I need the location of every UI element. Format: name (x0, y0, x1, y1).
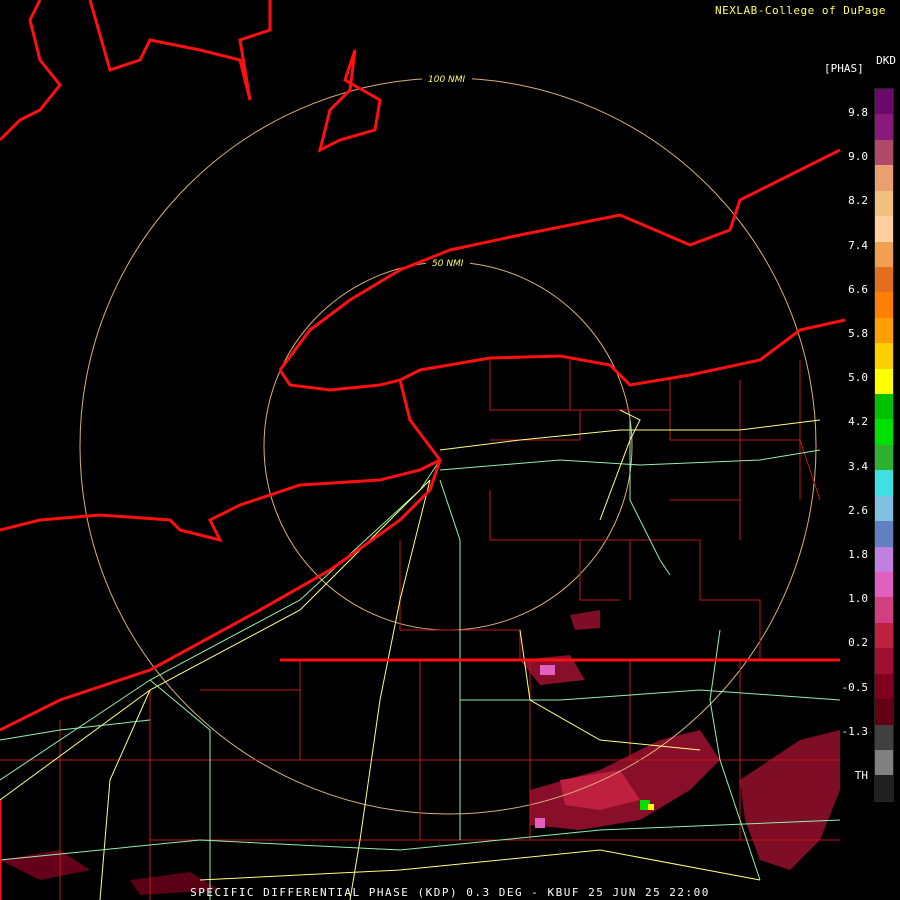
scale-swatch (875, 419, 893, 445)
ring-label-50: 50 NMI (432, 259, 464, 269)
scale-label: 7.4 (848, 238, 868, 252)
scale-swatch (875, 648, 893, 674)
scale-swatch (875, 89, 893, 115)
scale-label: -0.5 (841, 680, 869, 694)
credit-label: NEXLAB-College of DuPage (715, 4, 886, 17)
scale-swatch (875, 394, 893, 420)
scale-swatch (875, 292, 893, 318)
product-footer: SPECIFIC DIFFERENTIAL PHASE (KDP) 0.3 DE… (190, 886, 710, 899)
scale-label: TH (854, 769, 868, 782)
scale-label: 0.2 (848, 636, 868, 650)
range-rings: 100 NMI 50 NMI (79, 73, 817, 815)
color-scale-bar (874, 88, 894, 802)
scale-swatch (875, 241, 893, 267)
scale-swatch (875, 775, 893, 801)
county-lines (0, 360, 840, 900)
scale-swatch (875, 724, 893, 750)
scale-swatch (875, 546, 893, 573)
scale-swatch (875, 139, 893, 166)
scale-label: 5.8 (848, 327, 868, 340)
ring-label-100: 100 NMI (428, 75, 466, 85)
scale-label: 9.8 (848, 106, 868, 119)
scale-swatch (875, 317, 893, 344)
units-label: [PHAS] (824, 62, 864, 75)
scale-label: 4.2 (848, 415, 868, 429)
scale-swatch (875, 165, 893, 191)
scale-swatch (875, 749, 893, 776)
radar-map: 100 NMI 50 NMI (0, 0, 846, 900)
scale-swatch (875, 521, 893, 547)
scale-swatch (875, 343, 893, 369)
scale-swatch (875, 699, 893, 725)
scale-label: 3.4 (848, 459, 868, 473)
scale-swatch (875, 216, 893, 242)
ring-100nmi (79, 77, 817, 815)
scale-swatch (875, 266, 893, 293)
scale-label: 1.0 (848, 592, 868, 606)
scale-swatch (875, 470, 893, 496)
coastlines (0, 0, 846, 900)
scale-swatch (875, 190, 893, 217)
scale-swatch (875, 572, 893, 598)
scale-swatch (875, 495, 893, 522)
scale-label: -1.3 (841, 724, 869, 738)
scale-swatch (875, 114, 893, 140)
scale-swatch (875, 622, 893, 649)
scale-swatch (875, 368, 893, 395)
product-code: DKD (876, 54, 896, 67)
scale-swatch (875, 673, 893, 700)
scale-swatch (875, 444, 893, 471)
scale-label: 1.8 (848, 548, 868, 561)
scale-label: 9.0 (848, 150, 868, 164)
scale-label: 6.6 (848, 282, 868, 296)
scale-label: 8.2 (848, 194, 868, 208)
scale-label: 2.6 (848, 503, 868, 517)
scale-swatch (875, 597, 893, 623)
scale-label: 5.0 (848, 371, 868, 385)
